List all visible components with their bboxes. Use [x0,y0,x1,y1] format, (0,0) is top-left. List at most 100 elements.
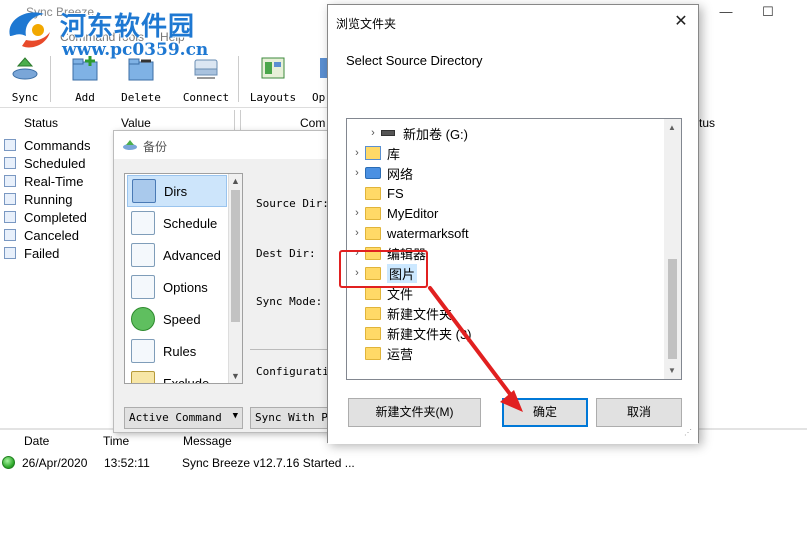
delete-button[interactable]: Delete [113,54,169,106]
tree-item-library[interactable]: › 库 [349,143,669,163]
nav-item-dirs[interactable]: Dirs [127,175,227,207]
scroll-down-icon[interactable]: ▼ [668,366,676,375]
status-item-label: Canceled [24,227,79,243]
drive-icon [381,130,395,136]
maximize-icon[interactable]: ☐ [756,3,780,23]
folder-icon [365,186,381,200]
tree-item-label: 新加卷 (G:) [403,126,468,142]
status-item-canceled[interactable]: Canceled [4,226,79,244]
status-column-header[interactable]: Status [24,116,58,130]
time-column-header[interactable]: Time [103,434,129,448]
chevron-right-icon[interactable]: › [349,207,365,219]
scroll-down-icon[interactable]: ▼ [231,371,240,381]
new-folder-button[interactable]: 新建文件夹(M) [348,398,481,427]
nav-item-schedule[interactable]: Schedule [127,207,227,239]
folder-icon [365,206,381,220]
nav-item-label: Exclude [163,375,210,384]
network-icon [365,167,381,179]
list-icon [4,193,16,205]
sync-button[interactable]: Sync [0,54,53,106]
add-button[interactable]: Add [57,54,113,106]
tree-item-label: 网络 [387,166,414,182]
command-column-header[interactable]: Com [300,116,325,130]
watermark-logo [9,12,50,48]
tree-item-label: MyEditor [387,205,439,221]
status-item-failed[interactable]: Failed [4,244,59,262]
chevron-right-icon[interactable]: › [349,167,365,179]
list-icon [4,157,16,169]
message-column-header[interactable]: Message [183,434,232,448]
ok-button[interactable]: 确定 [502,398,588,427]
clock-icon [131,211,155,235]
log-row[interactable]: 26/Apr/2020 13:52:11 Sync Breeze v12.7.1… [2,456,355,470]
scroll-thumb[interactable] [668,259,677,359]
sync-mode-combo[interactable]: Sync With Pr [250,407,332,429]
status-item-commands[interactable]: Commands [4,136,90,154]
date-column-header[interactable]: Date [24,434,49,448]
tree-item-new-folder-3[interactable]: 新建文件夹 (3) [349,323,669,343]
status-item-running[interactable]: Running [4,190,72,208]
advanced-icon [131,243,155,267]
status-item-label: Completed [24,209,87,225]
list-icon [4,139,16,151]
status-right-column-header[interactable]: tus [699,116,715,130]
status-ok-icon [2,456,15,469]
close-icon[interactable]: ✕ [670,11,692,33]
layouts-label: Layouts [249,91,297,104]
list-icon [4,175,16,187]
chevron-right-icon[interactable]: › [365,127,381,139]
folder-icon [365,326,381,340]
sync-mode-value: Sync With Pr [255,411,332,424]
status-item-label: Running [24,191,73,207]
tree-item-watermarksoft[interactable]: › watermarksoft [349,223,669,243]
status-item-scheduled[interactable]: Scheduled [4,154,85,172]
tree-item-new-folder[interactable]: 新建文件夹 [349,303,669,323]
value-column-header[interactable]: Value [121,116,151,130]
folder-icon [365,306,381,320]
chevron-right-icon[interactable]: › [349,147,365,159]
exclude-icon [131,371,155,383]
nav-item-label: Speed [163,311,201,327]
backup-dialog-title: 备份 [143,140,168,154]
nav-item-rules[interactable]: Rules [127,335,227,367]
tree-item-operations[interactable]: 运营 [349,343,669,363]
active-command-combo[interactable]: Active Command ▼ [124,407,243,429]
backup-dialog: 备份 Dirs Schedule Advanced Options Speed … [113,130,335,433]
dest-dir-label: Dest Dir: [256,247,316,260]
list-icon [4,211,16,223]
status-item-realtime[interactable]: Real-Time [4,172,83,190]
options-button[interactable]: Op [300,54,330,106]
backup-dialog-titlebar: 备份 [114,131,332,159]
nav-scrollbar[interactable]: ▲ ▼ [228,174,242,383]
list-icon [4,247,16,259]
chevron-right-icon[interactable]: › [349,227,365,239]
tree-scrollbar[interactable]: ▲ ▼ [664,119,681,379]
scroll-up-icon[interactable]: ▲ [668,123,676,132]
tree-item-drive-g[interactable]: › 新加卷 (G:) [365,123,681,143]
divider [250,349,330,350]
tree-item-myeditor[interactable]: › MyEditor [349,203,669,223]
nav-item-options[interactable]: Options [127,271,227,303]
resize-grip-icon[interactable]: ⋰ [684,428,694,438]
nav-item-speed[interactable]: Speed [127,303,227,335]
nav-item-exclude[interactable]: Exclude [127,367,227,384]
cancel-button[interactable]: 取消 [596,398,682,427]
tree-item-network[interactable]: › 网络 [349,163,669,183]
nav-item-advanced[interactable]: Advanced [127,239,227,271]
log-date: 26/Apr/2020 [22,455,88,470]
rules-icon [131,339,155,363]
nav-item-label: Options [163,279,208,295]
status-item-completed[interactable]: Completed [4,208,87,226]
tree-item-label: 新建文件夹 (3) [387,326,472,342]
tree-item-fs[interactable]: FS [349,183,669,203]
status-item-label: Scheduled [24,155,86,171]
browse-dialog-titlebar: 浏览文件夹 ✕ [328,5,698,39]
scroll-thumb[interactable] [231,190,240,322]
folder-tree: › 新加卷 (G:) › 库 › 网络 FS › MyEditor › wate… [346,118,682,380]
connect-button[interactable]: Connect [178,54,234,106]
layouts-button[interactable]: Layouts [245,54,301,106]
minimize-icon[interactable]: — [714,3,738,23]
scroll-up-icon[interactable]: ▲ [231,176,240,186]
sync-label: Sync [11,91,39,104]
backup-nav-list: Dirs Schedule Advanced Options Speed Rul… [124,173,243,384]
